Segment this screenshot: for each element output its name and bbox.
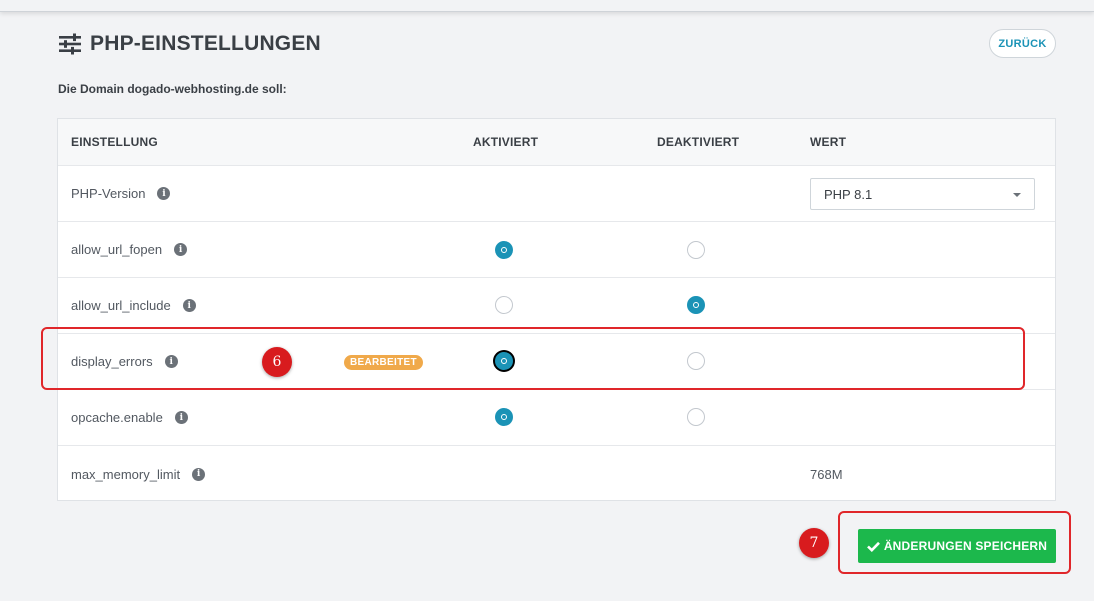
top-bar	[0, 0, 1094, 12]
memory-limit-value: 768M	[810, 466, 843, 482]
table-row-max-memory-limit: max_memory_limit i 768M	[58, 446, 1055, 502]
back-button[interactable]: ZURÜCK	[989, 29, 1056, 58]
setting-label: PHP-Version i	[71, 166, 171, 221]
settings-table: EINSTELLUNG AKTIVIERT DEAKTIVIERT WERT P…	[57, 118, 1056, 501]
highlight-box-display-errors	[41, 327, 1025, 390]
save-button[interactable]: ÄNDERUNGEN SPEICHERN	[858, 529, 1056, 563]
domain-description: Die Domain dogado-webhosting.de soll:	[58, 82, 287, 96]
info-icon[interactable]: i	[174, 243, 188, 256]
setting-label: max_memory_limit i	[71, 446, 206, 502]
setting-label: opcache.enable i	[71, 390, 188, 445]
setting-name: allow_url_fopen	[71, 242, 163, 257]
info-icon[interactable]: i	[182, 299, 196, 312]
info-icon[interactable]: i	[192, 467, 206, 481]
step-marker-6: 6	[262, 347, 292, 377]
check-icon	[866, 541, 880, 552]
sliders-icon	[58, 33, 82, 55]
setting-name: opcache.enable	[71, 410, 163, 425]
setting-name: allow_url_include	[71, 298, 171, 313]
save-button-label: ÄNDERUNGEN SPEICHERN	[883, 539, 1048, 553]
radio-enabled[interactable]	[495, 296, 513, 314]
step-marker-7: 7	[799, 528, 829, 558]
php-version-select[interactable]: PHP 8.1	[810, 178, 1035, 210]
info-icon[interactable]: i	[157, 187, 171, 200]
setting-label: allow_url_fopen i	[71, 222, 188, 277]
setting-label: allow_url_include i	[71, 278, 196, 333]
col-header-value: WERT	[810, 135, 847, 149]
table-header-row: EINSTELLUNG AKTIVIERT DEAKTIVIERT WERT	[58, 119, 1055, 166]
col-header-setting: EINSTELLUNG	[71, 135, 158, 149]
table-row-php-version: PHP-Version i PHP 8.1	[58, 166, 1055, 222]
table-row-allow-url-include: allow_url_include i	[58, 278, 1055, 334]
radio-disabled[interactable]	[687, 296, 705, 314]
page-title: PHP-EINSTELLUNGEN	[90, 32, 321, 55]
col-header-enabled: AKTIVIERT	[473, 135, 539, 149]
chevron-down-icon	[1013, 193, 1021, 197]
radio-enabled[interactable]	[495, 408, 513, 426]
radio-enabled[interactable]	[495, 241, 513, 259]
col-header-disabled: DEAKTIVIERT	[657, 135, 740, 149]
table-row-allow-url-fopen: allow_url_fopen i	[58, 222, 1055, 278]
php-version-value: PHP 8.1	[824, 186, 873, 202]
setting-name: max_memory_limit	[71, 466, 181, 482]
page-header: PHP-EINSTELLUNGEN	[58, 30, 321, 58]
info-icon[interactable]: i	[174, 411, 188, 424]
radio-disabled[interactable]	[687, 408, 705, 426]
setting-name: PHP-Version	[71, 186, 146, 201]
table-row-opcache-enable: opcache.enable i	[58, 390, 1055, 446]
radio-disabled[interactable]	[687, 241, 705, 259]
